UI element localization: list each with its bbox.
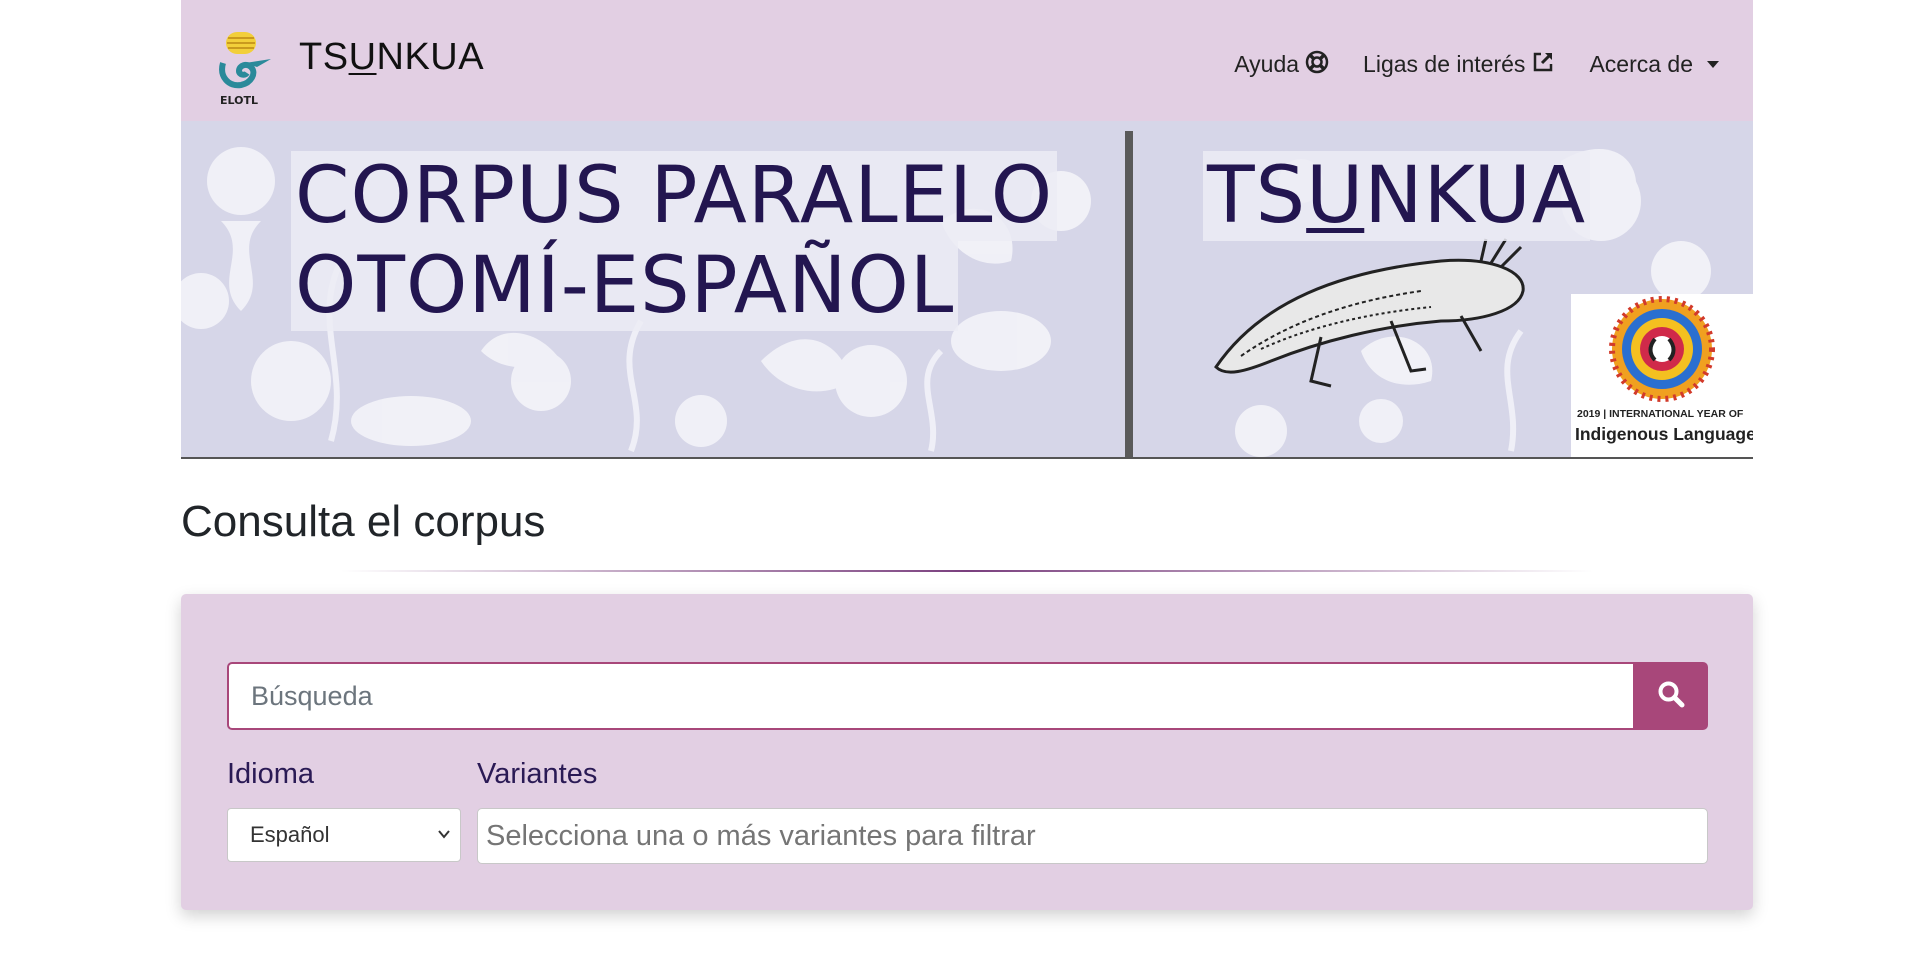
brand-name[interactable]: TSUNKUA: [299, 36, 484, 79]
nav-link-ligas[interactable]: Ligas de interés: [1363, 50, 1555, 80]
search-row: [227, 662, 1708, 730]
search-button[interactable]: [1633, 662, 1708, 730]
brand[interactable]: ELOTL TSUNKUA: [217, 23, 484, 107]
variants-multiselect[interactable]: Selecciona una o más variantes para filt…: [477, 808, 1708, 864]
nav-link-acerca[interactable]: Acerca de: [1589, 51, 1719, 78]
idioma-label: Idioma: [227, 758, 315, 790]
nav-link-ayuda[interactable]: Ayuda: [1234, 50, 1329, 80]
banner-divider-bar: [1125, 131, 1133, 457]
banner-title-line2: OTOMÍ-ESPAÑOL: [291, 241, 959, 331]
external-link-icon: [1531, 50, 1555, 80]
life-ring-icon: [1305, 50, 1329, 80]
language-select[interactable]: Español: [227, 808, 461, 862]
search-icon: [1657, 680, 1685, 713]
iyil-caption-year: 2019 | INTERNATIONAL YEAR OF: [1577, 408, 1744, 420]
search-card: Idioma Variantes Español Selecciona una …: [181, 594, 1753, 910]
logo-caption: ELOTL: [220, 94, 258, 107]
variantes-label: Variantes: [477, 758, 598, 790]
page-container: ELOTL TSUNKUA Ayuda Ligas de interés Ace…: [181, 0, 1753, 910]
banner-title-line1: CORPUS PARALELO: [291, 151, 1058, 241]
navbar: ELOTL TSUNKUA Ayuda Ligas de interés Ace…: [181, 0, 1753, 121]
elotl-logo: ELOTL: [217, 29, 275, 107]
banner-title: CORPUS PARALELO OTOMÍ-ESPAÑOL: [291, 151, 1058, 331]
search-input[interactable]: [227, 662, 1633, 730]
page-title: Consulta el corpus: [181, 497, 546, 546]
nav-link-acerca-label: Acerca de: [1589, 51, 1693, 77]
nav-links: Ayuda Ligas de interés Acerca de: [1234, 50, 1719, 80]
banner-tsunkua-title: TSUNKUA: [1203, 151, 1591, 241]
hero-banner: CORPUS PARALELO OTOMÍ-ESPAÑOL TSUNKUA 20…: [181, 121, 1753, 459]
iyil-caption-title: Indigenous Languages: [1575, 424, 1753, 444]
iyil-2019-logo: 2019 | INTERNATIONAL YEAR OF Indigenous …: [1571, 294, 1753, 457]
nav-link-ligas-label: Ligas de interés: [1363, 51, 1526, 77]
iyil-emblem-icon: [1609, 296, 1715, 402]
title-divider: [341, 570, 1593, 572]
chevron-down-icon: [436, 822, 452, 848]
nav-link-ayuda-label: Ayuda: [1234, 51, 1300, 77]
language-select-value: Español: [250, 822, 330, 847]
caret-down-icon: [1707, 61, 1719, 68]
variants-placeholder: Selecciona una o más variantes para filt…: [486, 819, 1036, 852]
